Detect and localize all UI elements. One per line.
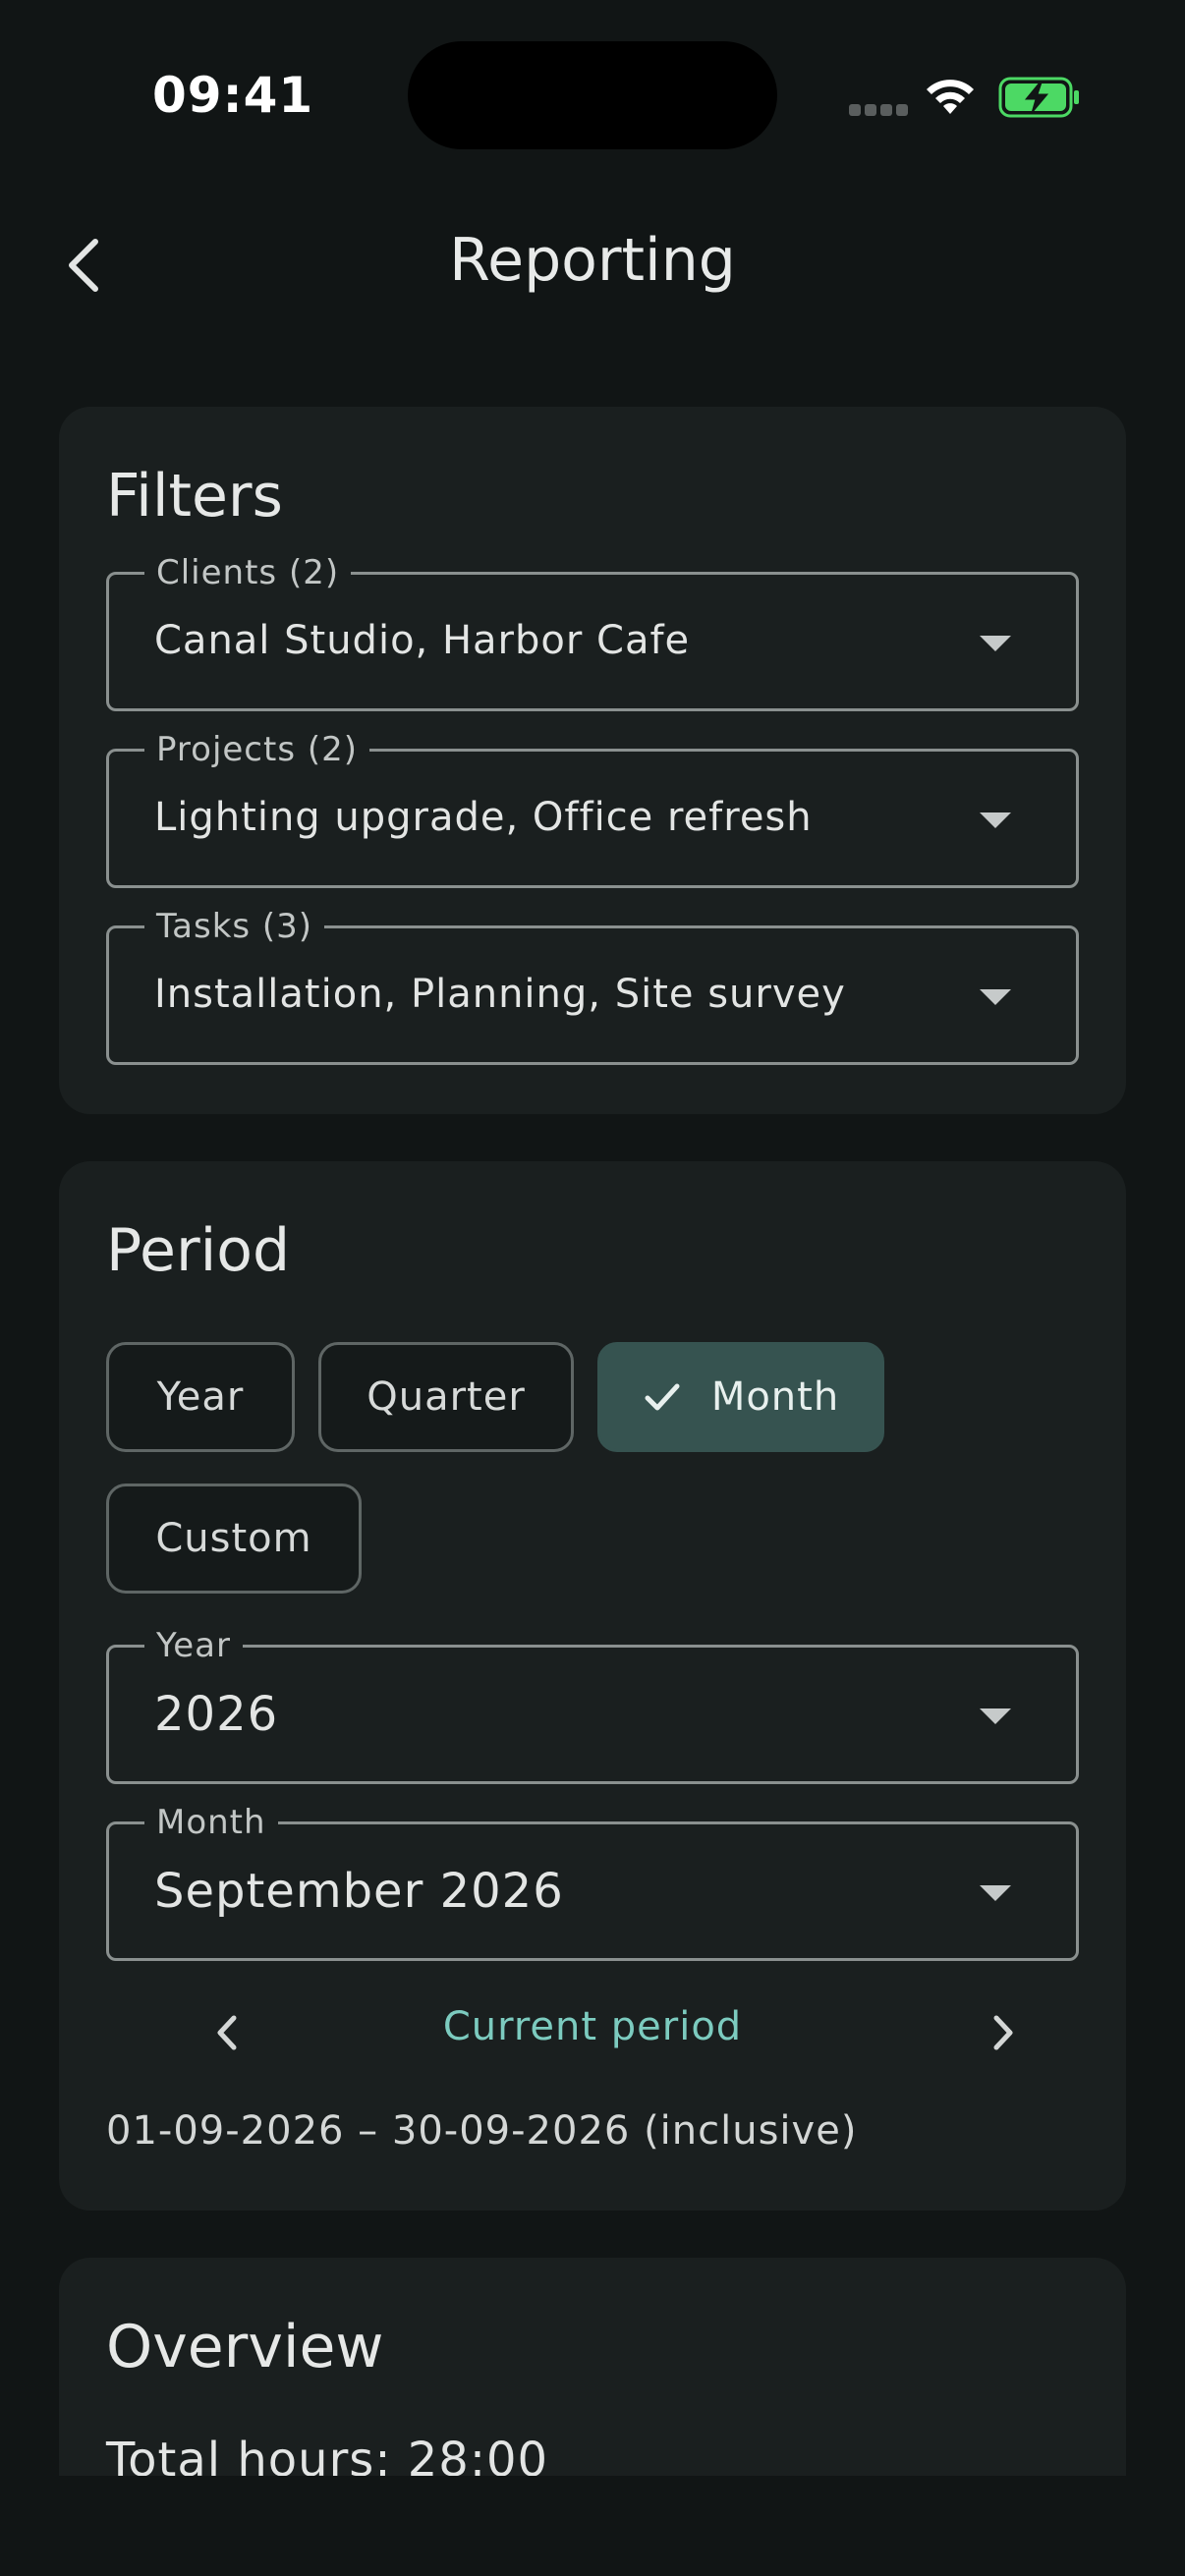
check-icon xyxy=(645,1383,680,1411)
chip-quarter[interactable]: Quarter xyxy=(318,1342,574,1452)
chip-year-label: Year xyxy=(156,1374,245,1420)
overview-title: Overview xyxy=(106,2313,384,2381)
projects-dropdown[interactable]: Projects (2) Lighting upgrade, Office re… xyxy=(106,730,1079,888)
next-period-button[interactable] xyxy=(969,1998,1038,2067)
dropdown-arrow-icon xyxy=(980,1708,1011,1724)
status-time: 09:41 xyxy=(152,67,314,124)
chip-custom[interactable]: Custom xyxy=(106,1484,362,1594)
chip-month[interactable]: Month xyxy=(597,1342,884,1452)
filters-title: Filters xyxy=(106,462,283,531)
app-bar: Reporting xyxy=(0,187,1185,354)
month-value: September 2026 xyxy=(154,1864,564,1919)
tasks-dropdown[interactable]: Tasks (3) Installation, Planning, Site s… xyxy=(106,907,1079,1065)
date-range-text: 01-09-2026 – 30-09-2026 (inclusive) xyxy=(106,2108,858,2154)
chip-month-label: Month xyxy=(710,1374,840,1420)
year-value: 2026 xyxy=(154,1687,279,1742)
period-title: Period xyxy=(106,1216,291,1285)
chip-custom-label: Custom xyxy=(155,1516,312,1561)
clients-label: Clients (2) xyxy=(144,553,352,592)
period-card: Period Year Quarter Month Custom Year 20… xyxy=(59,1161,1126,2211)
dropdown-arrow-icon xyxy=(980,989,1011,1005)
chevron-right-icon xyxy=(993,2015,1013,2050)
clients-dropdown[interactable]: Clients (2) Canal Studio, Harbor Cafe xyxy=(106,553,1079,711)
dropdown-arrow-icon xyxy=(980,812,1011,828)
period-navigation: Current period xyxy=(106,1988,1079,2077)
year-label: Year xyxy=(144,1626,243,1665)
projects-label: Projects (2) xyxy=(144,730,370,769)
tasks-value: Installation, Planning, Site survey xyxy=(154,972,846,1017)
year-dropdown[interactable]: Year 2026 xyxy=(106,1626,1079,1784)
cellular-signal-icon xyxy=(849,104,908,116)
dropdown-arrow-icon xyxy=(980,636,1011,651)
status-bar: 09:41 xyxy=(0,0,1185,187)
page-title: Reporting xyxy=(449,226,736,295)
dropdown-arrow-icon xyxy=(980,1885,1011,1901)
bottom-area xyxy=(0,2476,1185,2576)
month-label: Month xyxy=(144,1803,278,1842)
chip-quarter-label: Quarter xyxy=(367,1374,526,1420)
projects-value: Lighting upgrade, Office refresh xyxy=(154,795,813,840)
tasks-label: Tasks (3) xyxy=(144,907,325,946)
month-dropdown[interactable]: Month September 2026 xyxy=(106,1803,1079,1961)
clients-value: Canal Studio, Harbor Cafe xyxy=(154,618,691,663)
dynamic-island xyxy=(408,41,777,149)
filters-card: Filters Clients (2) Canal Studio, Harbor… xyxy=(59,407,1126,1114)
chip-year[interactable]: Year xyxy=(106,1342,295,1452)
wifi-icon xyxy=(927,80,974,114)
current-period-button[interactable]: Current period xyxy=(106,2004,1079,2049)
battery-charging-icon xyxy=(998,77,1079,118)
